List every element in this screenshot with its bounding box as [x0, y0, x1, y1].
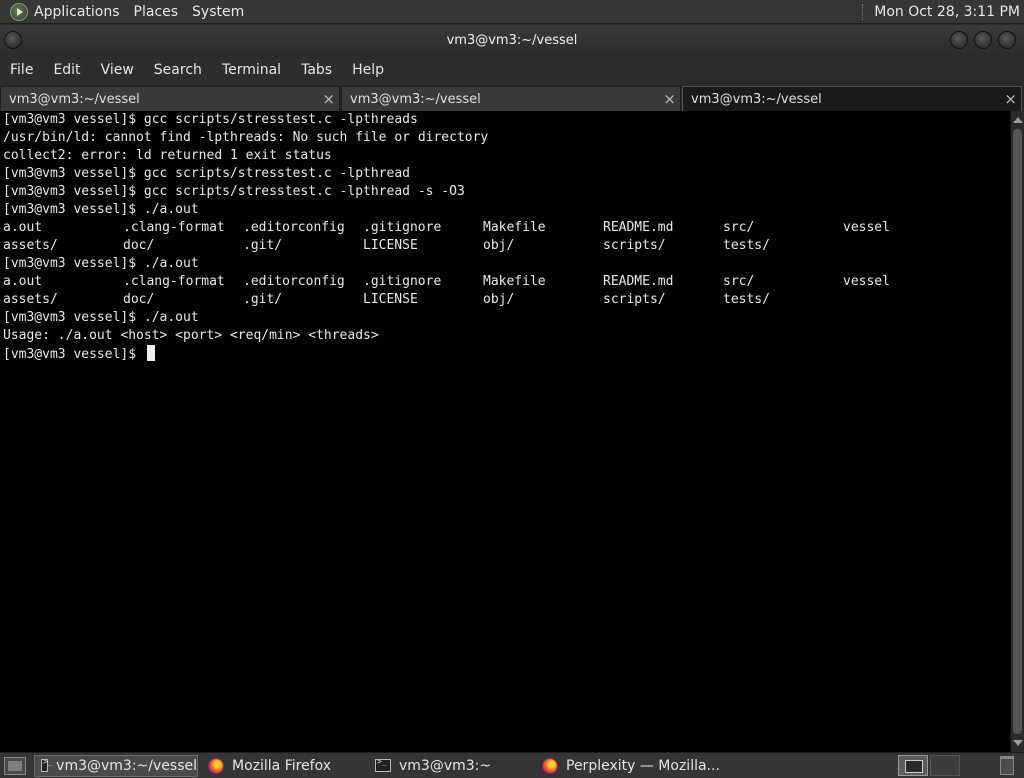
ls-entry: doc/	[123, 238, 155, 253]
maximize-button[interactable]	[974, 31, 992, 49]
firefox-icon	[208, 757, 224, 774]
terminal-icon	[375, 757, 391, 772]
panel-separator	[862, 3, 868, 20]
menu-search[interactable]: Search	[154, 62, 202, 78]
ls-entry: LICENSE	[363, 238, 418, 253]
taskbar-item-terminal-home[interactable]: vm3@vm3:~	[368, 755, 532, 777]
top-panel: Applications Places System Mon Oct 28, 3…	[0, 0, 1024, 24]
ls-entry: assets/	[3, 238, 58, 253]
clock[interactable]: Mon Oct 28, 3:11 PM	[874, 4, 1020, 20]
prompt-text: [vm3@vm3 vessel]$	[3, 347, 144, 362]
menu-edit[interactable]: Edit	[53, 62, 80, 78]
terminal-line: collect2: error: ld returned 1 exit stat…	[3, 148, 332, 163]
window-menu-button[interactable]	[4, 31, 22, 49]
menu-terminal[interactable]: Terminal	[222, 62, 281, 78]
tab-2[interactable]: vm3@vm3:~/vessel ×	[341, 86, 681, 111]
ls-entry: vessel	[843, 274, 890, 289]
ls-entry: .clang-format	[123, 274, 225, 289]
workspace-1[interactable]	[898, 755, 928, 776]
ls-entry: src/	[723, 274, 755, 289]
firefox-icon	[542, 757, 558, 774]
ls-output-row: assets/ doc/ .git/ LICENSE obj/ scripts/…	[0, 237, 1010, 255]
terminal-icon	[41, 757, 53, 772]
ls-entry: .editorconfig	[243, 274, 345, 289]
distro-logo-icon[interactable]	[10, 2, 28, 21]
tab-label: vm3@vm3:~/vessel	[350, 91, 481, 107]
taskbar-item-label: Perplexity — Mozilla...	[566, 757, 720, 774]
ls-output-row: assets/ doc/ .git/ LICENSE obj/ scripts/…	[0, 291, 1010, 309]
workspace-2[interactable]	[930, 755, 960, 776]
ls-entry: Makefile	[483, 274, 546, 289]
terminal-line: [vm3@vm3 vessel]$ ./a.out	[3, 256, 199, 271]
ls-entry: scripts/	[603, 238, 666, 253]
tab-label: vm3@vm3:~/vessel	[9, 91, 140, 107]
taskbar-item-firefox[interactable]: Mozilla Firefox	[201, 755, 365, 777]
taskbar-item-label: vm3@vm3:~	[399, 757, 492, 774]
applications-menu[interactable]: Applications	[34, 4, 120, 20]
tab-3-active[interactable]: vm3@vm3:~/vessel ×	[682, 86, 1022, 111]
ls-entry: tests/	[723, 292, 770, 307]
tab-bar: vm3@vm3:~/vessel × vm3@vm3:~/vessel × vm…	[0, 86, 1024, 111]
ls-entry: src/	[723, 220, 755, 235]
ls-entry: .gitignore	[363, 220, 442, 235]
tab-close-icon[interactable]: ×	[322, 90, 335, 108]
usage-line: Usage: ./a.out <host> <port> <req/min> <…	[3, 328, 379, 343]
ls-entry: README.md	[603, 274, 674, 289]
text-cursor	[146, 345, 155, 361]
ls-entry: .clang-format	[123, 220, 225, 235]
ls-entry: vessel	[843, 220, 890, 235]
scroll-up-arrow-icon[interactable]	[1013, 117, 1023, 123]
ls-entry: tests/	[723, 238, 770, 253]
terminal-line: [vm3@vm3 vessel]$ gcc scripts/stresstest…	[3, 112, 418, 127]
ls-entry: assets/	[3, 292, 58, 307]
scroll-down-arrow-icon[interactable]	[1013, 740, 1023, 746]
ls-output-row: a.out .clang-format .editorconfig .gitig…	[0, 273, 1010, 291]
terminal-scrollbar[interactable]	[1010, 111, 1024, 752]
tab-label: vm3@vm3:~/vessel	[691, 91, 822, 107]
taskbar-item-terminal-vessel[interactable]: vm3@vm3:~/vessel	[34, 754, 198, 777]
ls-entry: a.out	[3, 274, 43, 289]
ls-entry: a.out	[3, 220, 43, 235]
minimize-button[interactable]	[950, 31, 968, 49]
terminal-line: [vm3@vm3 vessel]$ ./a.out	[3, 202, 199, 217]
terminal-line: [vm3@vm3 vessel]$ gcc scripts/stresstest…	[3, 166, 410, 181]
places-menu[interactable]: Places	[134, 4, 179, 20]
show-desktop-icon[interactable]	[4, 756, 26, 775]
ls-entry: obj/	[483, 292, 515, 307]
tab-1[interactable]: vm3@vm3:~/vessel ×	[0, 86, 340, 111]
menubar: File Edit View Search Terminal Tabs Help	[0, 55, 1024, 84]
terminal-line: [vm3@vm3 vessel]$ ./a.out	[3, 310, 199, 325]
taskbar-item-perplexity[interactable]: Perplexity — Mozilla...	[535, 755, 735, 777]
ls-output-row: a.out .clang-format .editorconfig .gitig…	[0, 219, 1010, 237]
system-menu[interactable]: System	[192, 4, 244, 20]
tab-close-icon[interactable]: ×	[663, 90, 676, 108]
ls-entry: README.md	[603, 220, 674, 235]
ls-entry: Makefile	[483, 220, 546, 235]
menu-file[interactable]: File	[10, 62, 33, 78]
ls-entry: scripts/	[603, 292, 666, 307]
ls-entry: LICENSE	[363, 292, 418, 307]
terminal-line: [vm3@vm3 vessel]$ gcc scripts/stresstest…	[3, 184, 465, 199]
prompt-line[interactable]: [vm3@vm3 vessel]$	[0, 345, 1010, 363]
ls-entry: .git/	[243, 238, 283, 253]
bottom-panel: vm3@vm3:~/vessel Mozilla Firefox vm3@vm3…	[0, 752, 1024, 778]
ls-entry: doc/	[123, 292, 155, 307]
terminal-output[interactable]: [vm3@vm3 vessel]$ gcc scripts/stresstest…	[0, 111, 1010, 752]
ls-entry: .gitignore	[363, 274, 442, 289]
terminal-line: /usr/bin/ld: cannot find -lpthreads: No …	[3, 130, 489, 145]
menu-tabs[interactable]: Tabs	[301, 62, 332, 78]
menu-view[interactable]: View	[101, 62, 134, 78]
taskbar-item-label: vm3@vm3:~/vessel	[56, 757, 197, 774]
window-title: vm3@vm3:~/vessel	[446, 32, 578, 48]
close-button[interactable]	[998, 31, 1016, 49]
scroll-thumb[interactable]	[1013, 129, 1022, 734]
window-titlebar[interactable]: vm3@vm3:~/vessel	[0, 25, 1024, 55]
ls-entry: .git/	[243, 292, 283, 307]
menu-help[interactable]: Help	[352, 62, 384, 78]
ls-entry: .editorconfig	[243, 220, 345, 235]
tab-close-icon[interactable]: ×	[1004, 90, 1017, 108]
trash-icon[interactable]	[1000, 756, 1014, 775]
taskbar-item-label: Mozilla Firefox	[232, 757, 332, 774]
ls-entry: obj/	[483, 238, 515, 253]
